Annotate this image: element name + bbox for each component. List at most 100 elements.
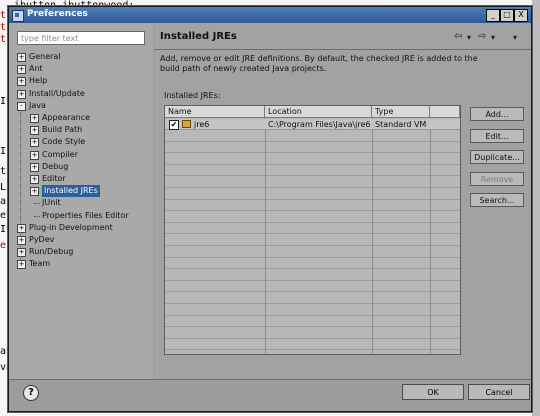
search-button[interactable]: Search... xyxy=(470,193,524,207)
column-header-name[interactable]: Name xyxy=(165,106,265,118)
tree-item-label: General xyxy=(29,52,61,61)
tree-item-code-style[interactable]: + Code Style xyxy=(17,136,149,148)
empty-table-row xyxy=(165,339,460,351)
empty-table-row xyxy=(165,223,460,235)
empty-table-row xyxy=(165,305,460,316)
table-row[interactable]: ✔ jre6 C:\Program Files\Java\jre6 Standa… xyxy=(165,119,460,130)
ok-button[interactable]: OK xyxy=(402,384,464,400)
expand-icon[interactable]: + xyxy=(30,150,39,160)
tree-item-label: Build Path xyxy=(42,125,83,135)
close-button[interactable]: X xyxy=(514,9,528,22)
installed-jres-label: Installed JREs: xyxy=(164,91,221,100)
tree-item-plug-in-development[interactable]: + Plug-in Development xyxy=(17,222,149,234)
tree-item-properties-files-editor[interactable]: Properties Files Editor xyxy=(17,210,149,222)
tree-item-pydev[interactable]: + PyDev xyxy=(17,234,149,246)
tree-item-install-update[interactable]: + Install/Update xyxy=(17,88,149,100)
preference-tree: + General + Ant + Help + Install/Update - Java + Ap… xyxy=(17,51,149,373)
column-separator xyxy=(372,118,373,354)
empty-table-row xyxy=(165,281,460,293)
tree-item-label: Properties Files Editor xyxy=(42,210,129,220)
tree-item-label: Ant xyxy=(29,64,43,74)
expand-icon[interactable]: + xyxy=(17,65,26,75)
expand-icon[interactable]: + xyxy=(17,77,26,87)
minimize-button[interactable]: _ xyxy=(486,9,500,22)
expand-icon[interactable]: + xyxy=(30,126,39,136)
tree-item-appearance[interactable]: + Appearance xyxy=(17,112,149,124)
empty-table-row xyxy=(165,328,460,339)
tree-item-java[interactable]: - Java xyxy=(17,100,149,112)
forward-menu-chevron-icon[interactable]: ▾ xyxy=(491,33,495,42)
add-button[interactable]: Add... xyxy=(470,107,524,121)
tree-item-label: Help xyxy=(29,76,48,86)
maximize-button[interactable]: □ xyxy=(500,9,514,22)
tree-item-installed-jres[interactable]: + Installed JREs xyxy=(17,185,149,198)
background-code-line: t xyxy=(0,22,7,33)
jre-location-cell: C:\Program Files\Java\jre6 xyxy=(268,120,370,129)
column-header-location[interactable]: Location xyxy=(265,106,372,118)
tree-item-label: Run/Debug xyxy=(29,247,74,257)
empty-table-row xyxy=(165,177,460,188)
tree-item-label: Appearance xyxy=(42,113,91,122)
expand-icon[interactable]: + xyxy=(30,175,39,184)
forward-arrow-icon[interactable]: ⇨ xyxy=(478,31,486,42)
background-code-line: I xyxy=(0,96,7,107)
expand-icon[interactable]: + xyxy=(17,260,26,270)
expand-icon[interactable]: + xyxy=(30,114,39,123)
expand-icon[interactable]: + xyxy=(30,138,39,148)
tree-item-run-debug[interactable]: + Run/Debug xyxy=(17,246,149,258)
view-menu-chevron-icon[interactable]: ▾ xyxy=(513,33,517,42)
jre-checkbox[interactable]: ✔ xyxy=(169,120,179,130)
empty-table-row xyxy=(165,142,460,154)
empty-table-row xyxy=(165,154,460,165)
empty-table-row xyxy=(165,247,460,258)
installed-jres-table[interactable]: Name Location Type ✔ jre6 C:\Program Fil… xyxy=(164,105,461,355)
collapse-icon[interactable]: - xyxy=(17,101,26,111)
back-menu-chevron-icon[interactable]: ▾ xyxy=(467,33,471,42)
preference-page: Installed JREs ⇦ ▾ ⇨ ▾ ▾ Add, remove or … xyxy=(154,23,531,379)
expand-icon[interactable]: + xyxy=(17,89,26,99)
tree-item-label: Install/Update xyxy=(29,88,85,98)
remove-button[interactable]: Remove xyxy=(470,172,524,186)
header-separator xyxy=(154,49,531,50)
cancel-button[interactable]: Cancel xyxy=(468,384,530,400)
back-arrow-icon[interactable]: ⇦ xyxy=(454,31,462,42)
column-header-type[interactable]: Type xyxy=(372,106,430,118)
help-icon[interactable]: ? xyxy=(23,385,39,401)
expand-icon[interactable]: + xyxy=(17,223,26,233)
empty-table-row xyxy=(165,189,460,200)
editor-scroll-strip xyxy=(532,0,540,416)
empty-table-row xyxy=(165,351,460,354)
background-code-line: t xyxy=(0,10,7,21)
page-title: Installed JREs xyxy=(160,31,237,42)
expand-icon[interactable]: + xyxy=(17,53,26,62)
tree-item-debug[interactable]: + Debug xyxy=(17,161,149,173)
expand-icon[interactable]: + xyxy=(17,248,26,258)
jre-type-cell: Standard VM xyxy=(375,120,427,129)
preferences-navigation: +General+Ant+Help+Install/Update-Java+Ap… xyxy=(9,23,153,379)
tree-item-help[interactable]: + Help xyxy=(17,75,149,87)
duplicate-button[interactable]: Duplicate... xyxy=(470,150,524,164)
tree-item-team[interactable]: + Team xyxy=(17,258,149,270)
tree-item-label: Plug-in Development xyxy=(29,222,113,232)
tree-item-editor[interactable]: + Editor xyxy=(17,173,149,185)
dialog-title: Preferences xyxy=(27,9,88,19)
tree-item-build-path[interactable]: + Build Path xyxy=(17,124,149,136)
tree-item-ant[interactable]: + Ant xyxy=(17,63,149,75)
filter-input[interactable] xyxy=(18,32,144,44)
expand-icon[interactable]: + xyxy=(30,187,39,197)
tree-item-junit[interactable]: JUnit xyxy=(17,197,149,209)
background-code-line: e xyxy=(0,240,7,251)
filter-field[interactable] xyxy=(17,31,145,45)
tree-item-label: Code Style xyxy=(42,137,86,147)
empty-table-row xyxy=(165,293,460,304)
expand-icon[interactable]: + xyxy=(30,162,39,172)
tree-item-general[interactable]: + General xyxy=(17,51,149,63)
empty-table-row xyxy=(165,131,460,142)
edit-button[interactable]: Edit... xyxy=(470,129,524,143)
tree-item-compiler[interactable]: + Compiler xyxy=(17,149,149,161)
tree-item-label: Debug xyxy=(42,161,69,171)
tree-item-label: Editor xyxy=(42,174,66,183)
expand-icon[interactable]: + xyxy=(17,236,26,245)
empty-table-row xyxy=(165,258,460,270)
title-bar: Preferences _ □ X xyxy=(9,7,531,23)
